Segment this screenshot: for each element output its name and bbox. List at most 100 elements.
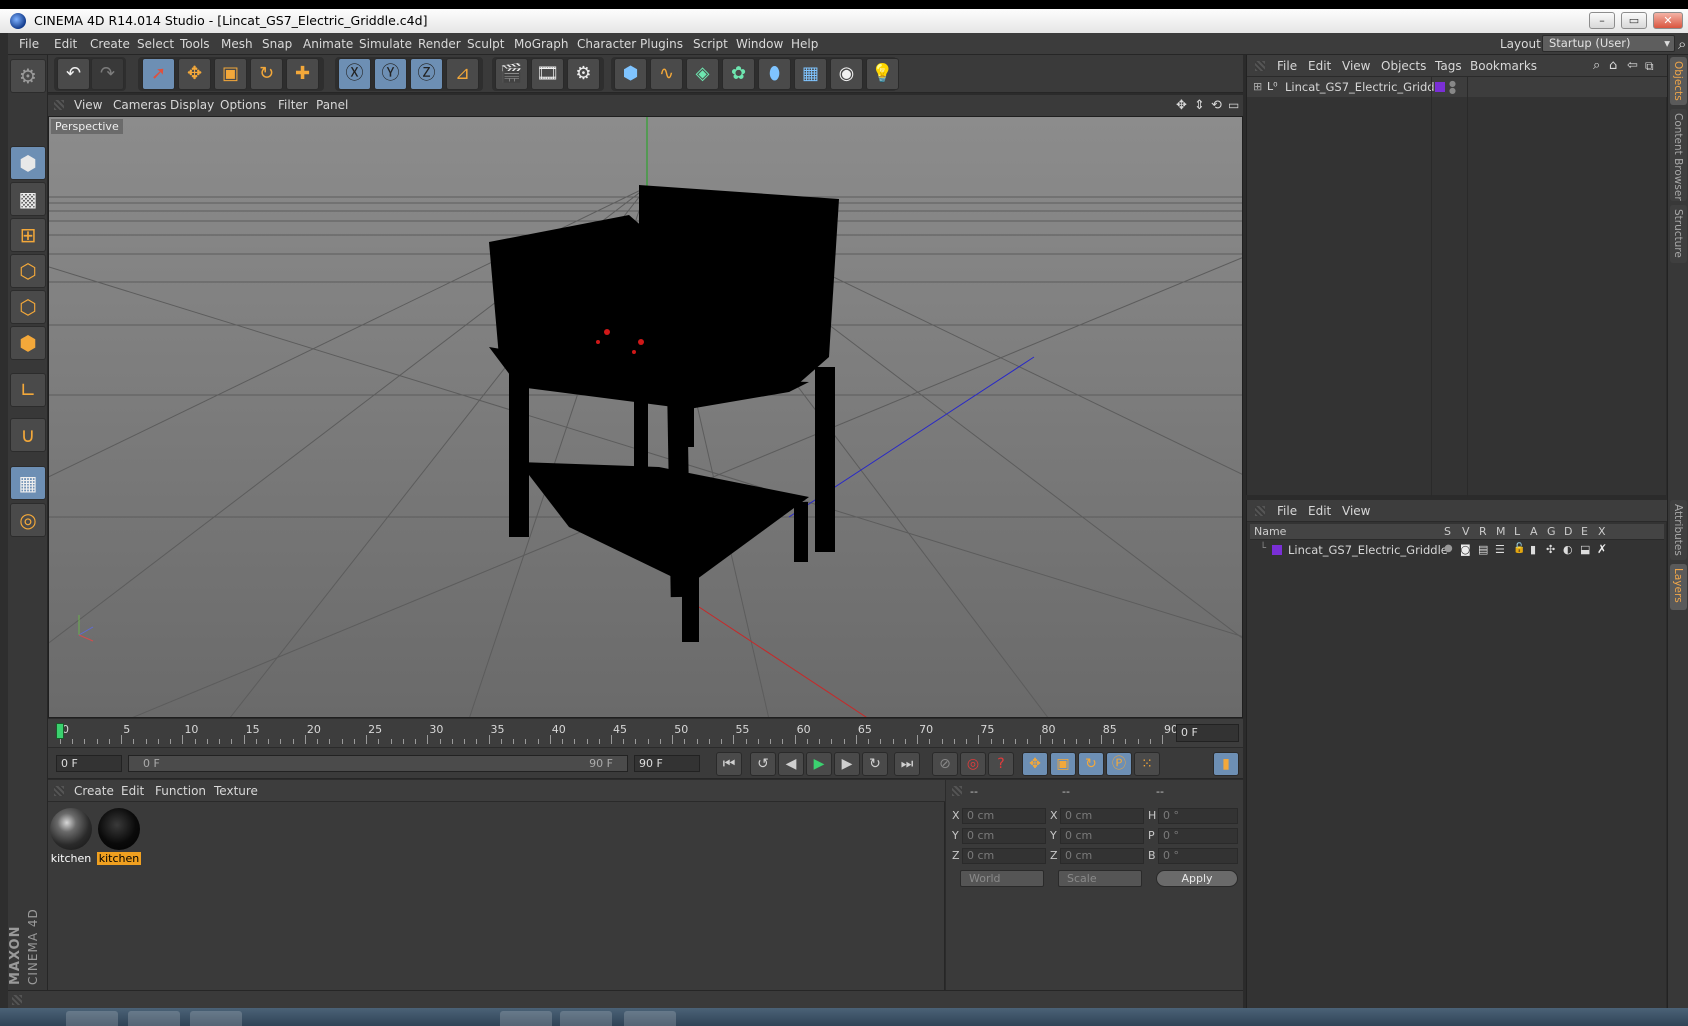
size-x-field[interactable]: 0 cm <box>1060 808 1144 824</box>
taskbar-button[interactable] <box>624 1011 676 1026</box>
coordinate-system-icon[interactable]: ⊿ <box>446 58 479 90</box>
rot-b-field[interactable]: 0 ° <box>1158 848 1238 864</box>
cloner-icon[interactable]: ✿ <box>722 58 755 90</box>
prev-frame-icon[interactable]: ◀ <box>778 752 804 776</box>
workplane-lock-icon[interactable]: ▦ <box>10 466 46 500</box>
minimize-button[interactable]: – <box>1589 12 1615 29</box>
perspective-viewport[interactable]: Perspective <box>48 116 1243 718</box>
playhead-marker[interactable] <box>56 723 64 739</box>
taskbar-button[interactable] <box>560 1011 612 1026</box>
apply-button[interactable]: Apply <box>1156 870 1238 887</box>
points-mode-icon[interactable]: ⬡ <box>10 254 46 288</box>
play-icon[interactable]: ▶ <box>806 752 832 776</box>
size-z-field[interactable]: 0 cm <box>1060 848 1144 864</box>
menu-plugins[interactable]: Plugins <box>632 33 691 55</box>
material-menu-create[interactable]: Create <box>74 780 114 802</box>
viewport-menu-display[interactable]: Display <box>170 95 214 116</box>
objects-menu-bookmarks[interactable]: Bookmarks <box>1470 55 1537 77</box>
key-scale-icon[interactable]: ▣ <box>1050 752 1076 776</box>
material-menu-function[interactable]: Function <box>155 780 206 802</box>
viewport-menu-filter[interactable]: Filter <box>278 95 308 116</box>
spline-pen-icon[interactable]: ∿ <box>650 58 683 90</box>
lock-toggle-icon[interactable]: 🔓 <box>1513 543 1525 554</box>
z-axis-lock-icon[interactable]: Ⓩ <box>410 58 443 90</box>
polygons-mode-icon[interactable]: ⬢ <box>10 326 46 360</box>
key-position-icon[interactable]: ✥ <box>1022 752 1048 776</box>
prev-key-icon[interactable]: ↺ <box>750 752 776 776</box>
start-frame-field[interactable]: 0 F <box>56 755 122 772</box>
layers-menu-edit[interactable]: Edit <box>1308 500 1331 522</box>
menu-help[interactable]: Help <box>783 33 826 55</box>
deformer-toggle-icon[interactable]: ◐ <box>1563 543 1573 556</box>
render-settings-icon[interactable]: ⚙ <box>567 58 600 90</box>
render-picture-viewer-icon[interactable]: 🎞 <box>531 58 564 90</box>
layer-row[interactable]: └ Lincat_GS7_Electric_Griddle ● ◙ ▤ ☰ 🔓 … <box>1250 541 1664 559</box>
zoom-view-icon[interactable]: ⇕ <box>1194 95 1205 116</box>
redo-icon[interactable]: ↷ <box>91 58 124 90</box>
taskbar-button[interactable] <box>128 1011 180 1026</box>
rotate-view-icon[interactable]: ⟲ <box>1211 95 1222 116</box>
object-row[interactable]: ⊞ L⁰ Lincat_GS7_Electric_Griddle ● ● <box>1247 77 1667 497</box>
layer-color-swatch[interactable] <box>1272 545 1282 555</box>
scale-icon[interactable]: ▣ <box>214 58 247 90</box>
viewport-menu-options[interactable]: Options <box>220 95 266 116</box>
camera-icon[interactable]: ◉ <box>830 58 863 90</box>
solo-toggle-icon[interactable]: ● <box>1444 543 1453 554</box>
next-frame-icon[interactable]: ▶ <box>834 752 860 776</box>
axis-mode-icon[interactable]: ∟ <box>10 373 46 407</box>
menu-mograph[interactable]: MoGraph <box>506 33 577 55</box>
pos-y-field[interactable]: 0 cm <box>962 828 1046 844</box>
viewport-menu-cameras[interactable]: Cameras <box>113 95 166 116</box>
edges-mode-icon[interactable]: ⬡ <box>10 290 46 324</box>
rot-p-field[interactable]: 0 ° <box>1158 828 1238 844</box>
workplane-icon[interactable]: ◎ <box>10 503 46 537</box>
layer-name[interactable]: Lincat_GS7_Electric_Griddle <box>1288 543 1448 557</box>
objects-menu-view[interactable]: View <box>1342 55 1370 77</box>
viewport-menu-view[interactable]: View <box>74 95 102 116</box>
layers-menu-file[interactable]: File <box>1277 500 1297 522</box>
taskbar-button[interactable] <box>66 1011 118 1026</box>
menu-edit[interactable]: Edit <box>46 33 85 55</box>
undo-icon[interactable]: ↶ <box>57 58 90 90</box>
autokey-icon[interactable]: ◎ <box>960 752 986 776</box>
key-parameter-icon[interactable]: Ⓟ <box>1106 752 1132 776</box>
key-pla-icon[interactable]: ⁙ <box>1134 752 1160 776</box>
x-axis-lock-icon[interactable]: Ⓧ <box>338 58 371 90</box>
next-key-icon[interactable]: ↻ <box>862 752 888 776</box>
objects-menu-objects[interactable]: Objects <box>1381 55 1426 77</box>
keyframe-selection-icon[interactable]: ? <box>988 752 1014 776</box>
model-mode-icon[interactable]: ⬢ <box>10 146 46 180</box>
material-swatch-selected[interactable]: kitchen <box>97 808 141 866</box>
y-axis-lock-icon[interactable]: Ⓨ <box>374 58 407 90</box>
tab-layers[interactable]: Layers <box>1670 564 1687 610</box>
menu-snap[interactable]: Snap <box>254 33 300 55</box>
taskbar-button[interactable] <box>190 1011 242 1026</box>
rot-h-field[interactable]: 0 ° <box>1158 808 1238 824</box>
material-menu-texture[interactable]: Texture <box>214 780 258 802</box>
timeline-window-icon[interactable]: ▮ <box>1213 752 1239 776</box>
xref-toggle-icon[interactable]: ✗ <box>1597 542 1607 556</box>
menu-tools[interactable]: Tools <box>172 33 218 55</box>
objects-menu-tags[interactable]: Tags <box>1435 55 1462 77</box>
timeline-ruler[interactable]: 0 5 10 15 20 25 30 35 40 45 50 55 60 65 70 75 80 85 90 0 F <box>48 719 1243 747</box>
coordinate-system-select[interactable]: World <box>960 870 1044 887</box>
size-mode-select[interactable]: Scale <box>1058 870 1142 887</box>
animation-toggle-icon[interactable]: ▮ <box>1530 543 1536 556</box>
maximize-button[interactable]: ▭ <box>1621 12 1647 29</box>
search-icon[interactable]: ⌕ <box>1593 55 1600 77</box>
home-icon[interactable]: ⌂ <box>1609 55 1617 77</box>
live-selection-icon[interactable]: ➚ <box>142 58 175 90</box>
render-toggle-icon[interactable]: ▤ <box>1478 543 1488 556</box>
tab-attributes[interactable]: Attributes <box>1670 500 1687 560</box>
expression-toggle-icon[interactable]: ⬓ <box>1580 543 1590 556</box>
objects-menu-file[interactable]: File <box>1277 55 1297 77</box>
object-name[interactable]: Lincat_GS7_Electric_Griddle <box>1285 80 1445 94</box>
objects-menu-edit[interactable]: Edit <box>1308 55 1331 77</box>
move-view-icon[interactable]: ✥ <box>1176 95 1187 116</box>
texture-mode-icon[interactable]: ▩ <box>10 182 46 216</box>
subdivision-surface-icon[interactable]: ◈ <box>686 58 719 90</box>
viewport-menu-panel[interactable]: Panel <box>316 95 348 116</box>
current-frame-field[interactable]: 0 F <box>1176 724 1239 742</box>
manager-toggle-icon[interactable]: ☰ <box>1495 543 1505 556</box>
search-icon[interactable]: ⌕ <box>1678 35 1686 53</box>
